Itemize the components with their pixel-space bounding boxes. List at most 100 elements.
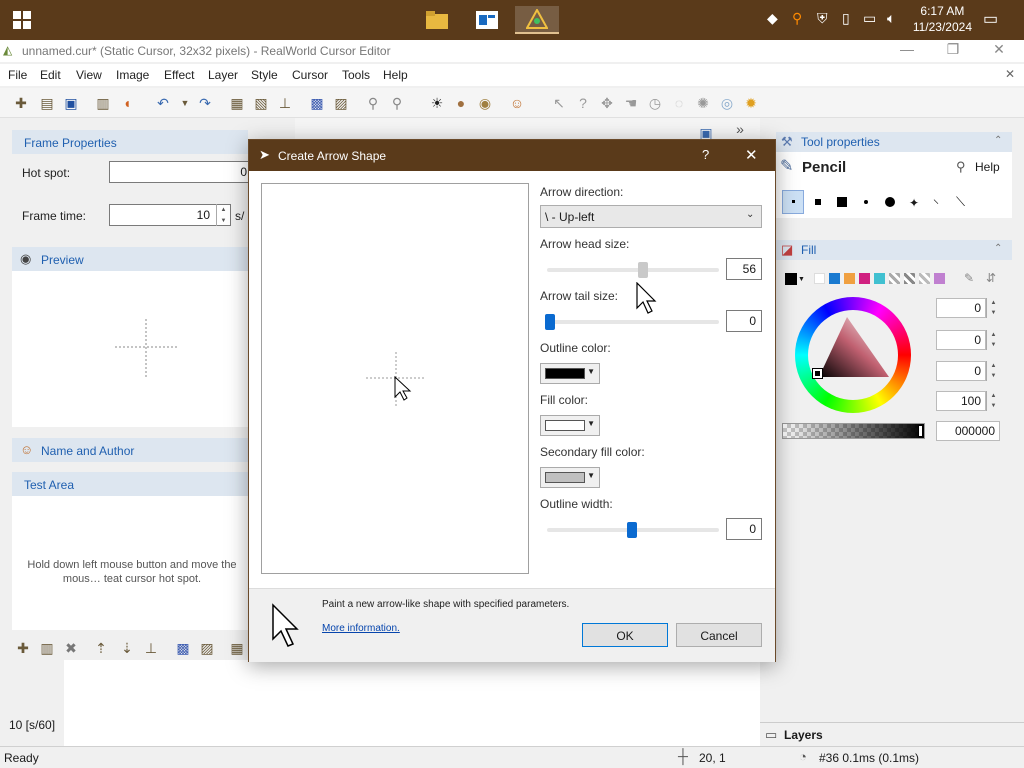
swatch-magenta[interactable]: [859, 273, 870, 284]
add-frame-icon[interactable]: ✚: [12, 637, 34, 659]
frame-select-icon[interactable]: ▩: [172, 637, 194, 659]
move-frame-down-icon[interactable]: ⇣: [116, 637, 138, 659]
swap-colors-icon[interactable]: ⇵: [986, 271, 996, 285]
help-cursor-icon[interactable]: ?: [572, 92, 594, 114]
outline-width-slider[interactable]: [547, 522, 719, 538]
brush-size-1[interactable]: [782, 190, 804, 214]
crop-icon[interactable]: ▨: [330, 92, 352, 114]
sphere-icon[interactable]: ●: [450, 92, 472, 114]
arrow-tail-size-thumb[interactable]: [545, 314, 555, 330]
menu-help[interactable]: Help: [383, 68, 408, 82]
menu-cursor[interactable]: Cursor: [292, 68, 328, 82]
swatch-blue[interactable]: [829, 273, 840, 284]
color-picker-marker[interactable]: [812, 368, 823, 379]
wheel-cursor-icon[interactable]: ✺: [692, 92, 714, 114]
more-information-link[interactable]: More information.: [322, 623, 400, 634]
insert-frame-icon[interactable]: ▥: [36, 637, 58, 659]
flame-icon[interactable]: ✹: [740, 92, 762, 114]
frame-time-spinner[interactable]: ▲ ▼: [216, 204, 230, 226]
menu-layer[interactable]: Layer: [208, 68, 238, 82]
clock[interactable]: 6:17 AM 11/23/2024: [913, 3, 972, 35]
button-effect-icon[interactable]: ◉: [474, 92, 496, 114]
shield-icon[interactable]: ⛨: [817, 10, 828, 27]
frame-properties-header[interactable]: Frame Properties: [12, 130, 248, 154]
red-input[interactable]: 0: [936, 298, 986, 318]
ok-button[interactable]: OK: [582, 623, 668, 647]
ring-cursor-icon[interactable]: ◎: [716, 92, 738, 114]
green-spinner[interactable]: ▲ ▼: [986, 330, 1000, 350]
collapse-icon[interactable]: ⌃: [994, 135, 1002, 146]
arrow-tail-size-input[interactable]: 0: [726, 310, 762, 332]
brush-cross[interactable]: ✦: [909, 196, 919, 210]
dialog-help-button[interactable]: ?: [702, 147, 709, 162]
red-spinner[interactable]: ▲ ▼: [986, 298, 1000, 318]
maximize-button[interactable]: ❐: [930, 41, 976, 58]
paste-icon[interactable]: ⊥: [274, 92, 296, 114]
swatch-orange[interactable]: [844, 273, 855, 284]
palette-dropdown-icon[interactable]: ▼: [798, 276, 805, 283]
swatch-pattern-2[interactable]: [904, 273, 915, 284]
test-area-body[interactable]: Hold down left mouse button and move the…: [12, 496, 248, 630]
cut-icon[interactable]: ▦: [226, 92, 248, 114]
frame-bottom-icon[interactable]: ⊥: [140, 637, 162, 659]
redo-icon[interactable]: ↷: [194, 92, 216, 114]
blue-spinner[interactable]: ▲ ▼: [986, 361, 1000, 381]
swatch-white[interactable]: [814, 273, 825, 284]
brush-diag-1[interactable]: ⸌: [933, 195, 939, 212]
alpha-input[interactable]: 100: [936, 391, 986, 411]
dialog-titlebar[interactable]: ➤ Create Arrow Shape ? ✕: [249, 140, 775, 171]
swatch-pattern-3[interactable]: [919, 273, 930, 284]
new-file-icon[interactable]: ✚: [10, 92, 32, 114]
outline-width-thumb[interactable]: [627, 522, 637, 538]
busy-cursor-icon[interactable]: ◌: [668, 92, 690, 114]
color-wheel[interactable]: [795, 297, 911, 413]
tool-properties-header[interactable]: ⚒ Tool properties ⌃: [776, 132, 1012, 152]
frame-crop-icon[interactable]: ▨: [196, 637, 218, 659]
brightness-icon[interactable]: ☀: [426, 92, 448, 114]
arrow-cursor-icon[interactable]: ↖: [548, 92, 570, 114]
save-icon[interactable]: ▣: [60, 92, 82, 114]
arrow-head-size-slider[interactable]: [547, 262, 719, 278]
toolbar-overflow-icon[interactable]: »: [729, 118, 751, 140]
usb-icon[interactable]: ▯: [842, 10, 850, 27]
layers-header[interactable]: ▭ Layers: [760, 722, 1024, 746]
hex-input[interactable]: 000000: [936, 421, 1000, 441]
store-icon[interactable]: [469, 6, 505, 34]
arrow-head-size-input[interactable]: 56: [726, 258, 762, 280]
swatch-cyan[interactable]: [874, 273, 885, 284]
file-explorer-icon[interactable]: [419, 6, 455, 34]
undo-icon[interactable]: ↶: [152, 92, 174, 114]
arrow-tail-size-slider[interactable]: [545, 314, 719, 330]
green-input[interactable]: 0: [936, 330, 986, 350]
color-triangle[interactable]: [817, 315, 893, 383]
cursor-editor-taskbar-icon[interactable]: [515, 6, 559, 34]
alpha-spinner[interactable]: ▲ ▼: [986, 391, 1000, 411]
test-area-header[interactable]: Test Area: [12, 472, 248, 496]
hand-cursor-icon[interactable]: ☚: [620, 92, 642, 114]
zoom-out-icon[interactable]: ⚲: [386, 92, 408, 114]
brush-size-2[interactable]: [815, 199, 821, 205]
name-author-header[interactable]: ☺ Name and Author: [12, 438, 248, 462]
menu-edit[interactable]: Edit: [40, 68, 61, 82]
cancel-button[interactable]: Cancel: [676, 623, 762, 647]
brush-round-2[interactable]: [885, 197, 895, 207]
import-icon[interactable]: ▥: [92, 92, 114, 114]
windows-start-icon[interactable]: [4, 6, 40, 34]
close-document-icon[interactable]: ✕: [1005, 67, 1015, 81]
person-icon[interactable]: ☺: [506, 92, 528, 114]
move-cursor-icon[interactable]: ✥: [596, 92, 618, 114]
swatch-pattern-1[interactable]: [889, 273, 900, 284]
undo-dropdown-icon[interactable]: ▼: [174, 92, 196, 114]
volume-icon[interactable]: 🔈︎: [887, 10, 895, 27]
brush-round-1[interactable]: [864, 200, 868, 204]
menu-style[interactable]: Style: [251, 68, 278, 82]
open-file-icon[interactable]: ▤: [36, 92, 58, 114]
eyedropper-icon[interactable]: ✎: [964, 271, 974, 285]
secondary-fill-color-button[interactable]: ▼: [540, 467, 600, 488]
tray-search-icon[interactable]: ⚲: [792, 10, 802, 27]
brush-diag-2[interactable]: ⟍: [956, 194, 965, 210]
notifications-icon[interactable]: ▭: [983, 9, 998, 29]
frame-time-input[interactable]: 10: [109, 204, 231, 226]
menu-tools[interactable]: Tools: [342, 68, 370, 82]
swatch-violet[interactable]: [934, 273, 945, 284]
